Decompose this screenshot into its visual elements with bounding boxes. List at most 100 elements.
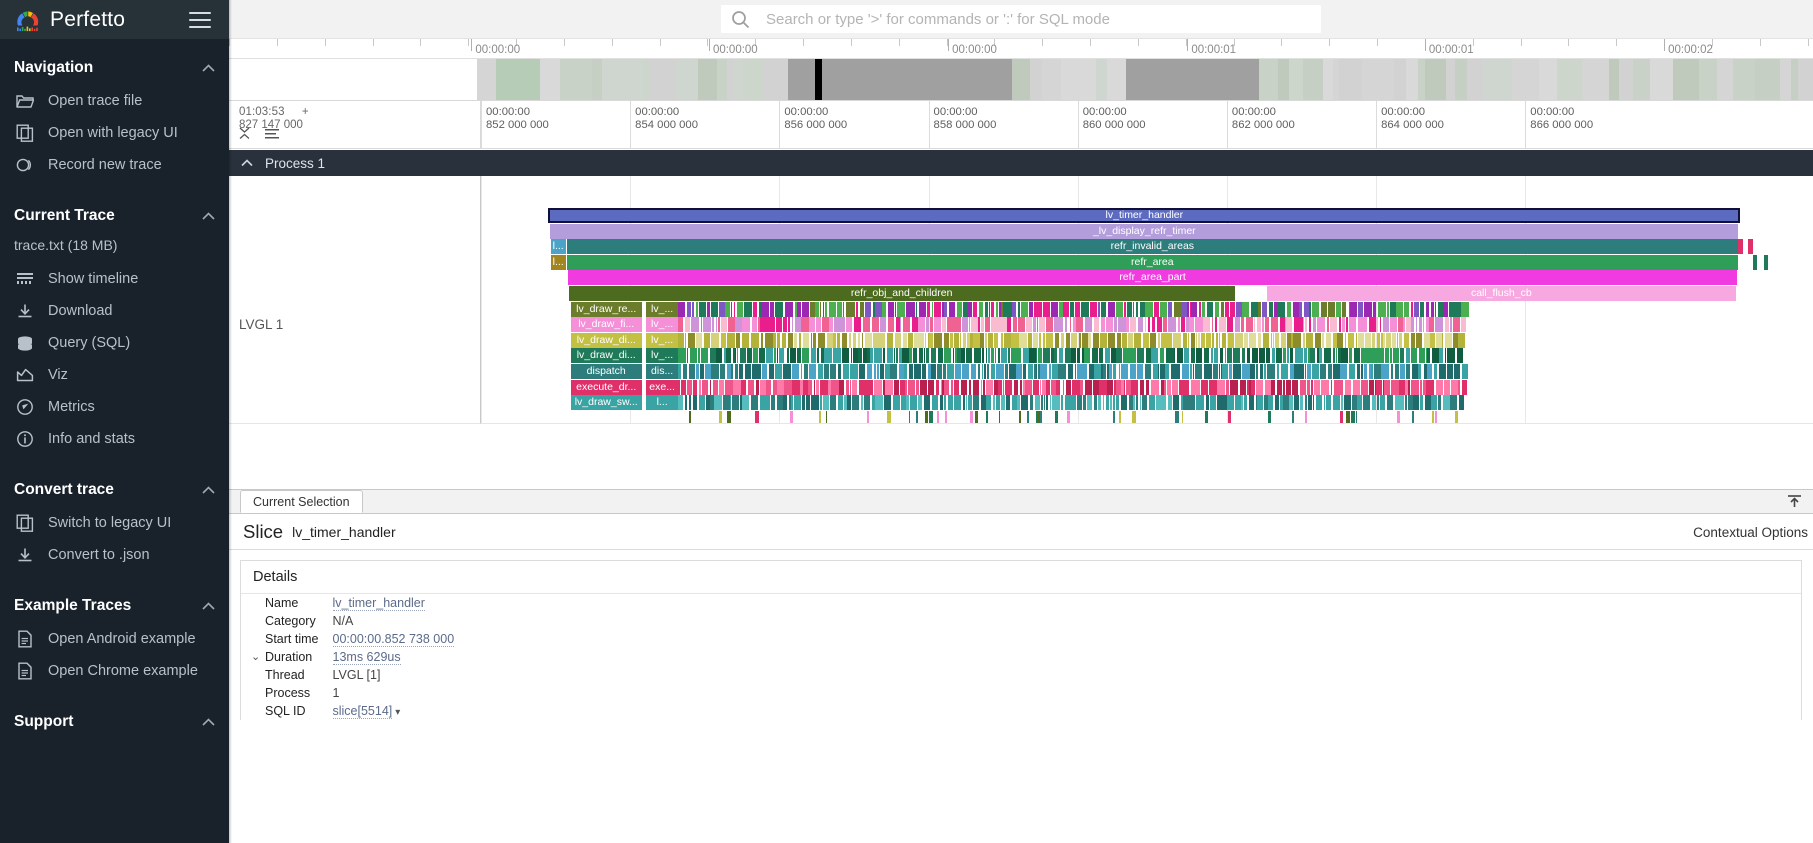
slice-fragment[interactable] [813, 333, 816, 348]
slice-fragment[interactable] [824, 348, 832, 363]
slice-fragment[interactable] [940, 395, 942, 410]
slice-fragment[interactable] [1411, 348, 1417, 363]
slice-fragment[interactable] [1753, 255, 1757, 270]
slice[interactable]: dis... [646, 364, 678, 379]
slice-fragment[interactable] [695, 395, 697, 410]
slice-fragment[interactable] [849, 317, 852, 332]
slice-fragment[interactable] [1191, 333, 1195, 348]
slice-fragment[interactable] [1349, 317, 1357, 332]
slice-fragment[interactable] [961, 348, 964, 363]
slice-fragment[interactable] [916, 302, 917, 317]
chevron-up-icon[interactable] [202, 599, 215, 612]
slice-fragment[interactable] [739, 364, 743, 379]
slice-fragment[interactable] [1158, 333, 1161, 348]
slice-fragment[interactable] [1070, 317, 1072, 332]
slice-fragment[interactable] [931, 348, 937, 363]
slice-fragment[interactable] [843, 364, 849, 379]
slice-fragment[interactable] [726, 348, 731, 363]
slice-fragment[interactable] [1204, 348, 1209, 363]
slice-fragment[interactable] [826, 411, 827, 424]
slice-fragment[interactable] [1085, 317, 1092, 332]
slice-fragment[interactable] [954, 380, 960, 395]
slice-fragment[interactable] [1087, 395, 1091, 410]
slice[interactable]: lv_... [646, 348, 678, 363]
slice-fragment[interactable] [1040, 364, 1047, 379]
slice-fragment[interactable] [1303, 333, 1305, 348]
slice-fragment[interactable] [1081, 302, 1089, 317]
slice-fragment[interactable] [1341, 395, 1343, 410]
slice-fragment[interactable] [1018, 302, 1020, 317]
slice-fragment[interactable] [711, 333, 719, 348]
slice-fragment[interactable] [907, 302, 915, 317]
slice-fragment[interactable] [1039, 317, 1045, 332]
slice-fragment[interactable] [1292, 380, 1299, 395]
slice-fragment[interactable] [966, 348, 972, 363]
slice-fragment[interactable] [853, 348, 858, 363]
slice-fragment[interactable] [936, 380, 939, 395]
slice-fragment[interactable] [760, 395, 768, 410]
slice-fragment[interactable] [1085, 380, 1092, 395]
slice-fragment[interactable] [1054, 348, 1057, 363]
slice-fragment[interactable] [1244, 395, 1247, 410]
slice-fragment[interactable] [1461, 302, 1469, 317]
slice-fragment[interactable] [1049, 364, 1051, 379]
slice[interactable]: lv_draw_di... [571, 348, 642, 363]
slice-fragment[interactable] [792, 380, 799, 395]
slice-fragment[interactable] [1209, 380, 1216, 395]
slice-fragment[interactable] [745, 364, 751, 379]
slice-fragment[interactable] [1330, 317, 1337, 332]
slice-fragment[interactable] [1304, 348, 1307, 363]
slice-fragment[interactable] [1399, 333, 1402, 348]
slice-fragment[interactable] [904, 364, 907, 379]
slice-fragment[interactable] [1046, 317, 1054, 332]
slice-fragment[interactable] [1435, 411, 1437, 424]
slice-fragment[interactable] [997, 317, 1003, 332]
slice-fragment[interactable] [1445, 317, 1449, 332]
slice-fragment[interactable] [1040, 348, 1042, 363]
slice-fragment[interactable] [1072, 380, 1079, 395]
slice-fragment[interactable] [1256, 380, 1263, 395]
slice-fragment[interactable] [1431, 302, 1434, 317]
sidebar-item-download[interactable]: Download [0, 295, 229, 327]
slice-fragment[interactable] [1021, 395, 1028, 410]
slice-fragment[interactable] [1256, 364, 1258, 379]
slice-fragment[interactable] [734, 302, 735, 317]
slice-fragment[interactable] [721, 317, 727, 332]
slice-fragment[interactable] [1196, 395, 1204, 410]
slice-fragment[interactable] [1269, 302, 1273, 317]
slice-fragment[interactable] [751, 333, 759, 348]
slice-fragment[interactable] [799, 333, 801, 348]
slice-fragment[interactable] [1113, 411, 1115, 424]
slice-fragment[interactable] [1340, 364, 1347, 379]
slice-fragment[interactable] [1160, 302, 1167, 317]
slice-fragment[interactable] [998, 380, 1002, 395]
slice-fragment[interactable] [1406, 348, 1410, 363]
slice-fragment[interactable] [1177, 348, 1182, 363]
slice-fragment[interactable] [1411, 317, 1414, 332]
slice-fragment[interactable] [1241, 317, 1244, 332]
slice-fragment[interactable] [1212, 333, 1214, 348]
slice-fragment[interactable] [986, 348, 987, 363]
slice-fragment[interactable] [820, 302, 821, 317]
slice-fragment[interactable] [1372, 333, 1375, 348]
slice-fragment[interactable] [728, 317, 736, 332]
slice-fragment[interactable] [1212, 317, 1213, 332]
chevron-up-icon[interactable] [202, 483, 215, 496]
slice-fragment[interactable] [783, 364, 791, 379]
slice-fragment[interactable] [1396, 302, 1403, 317]
slice-fragment[interactable] [1439, 364, 1446, 379]
slice-fragment[interactable] [1194, 380, 1199, 395]
slice-fragment[interactable] [1303, 317, 1304, 332]
slice-fragment[interactable] [833, 333, 837, 348]
slice-fragment[interactable] [1003, 302, 1007, 317]
slice-fragment[interactable] [1346, 317, 1348, 332]
slice-fragment[interactable] [1182, 364, 1189, 379]
slice-fragment[interactable] [1215, 317, 1217, 332]
slice-fragment[interactable] [1052, 364, 1058, 379]
slice-fragment[interactable] [1071, 333, 1077, 348]
slice-fragment[interactable] [1219, 333, 1220, 348]
slice-fragment[interactable] [908, 333, 912, 348]
slice-fragment[interactable] [1300, 395, 1303, 410]
slice-fragment[interactable] [829, 317, 833, 332]
slice-fragment[interactable] [710, 380, 711, 395]
